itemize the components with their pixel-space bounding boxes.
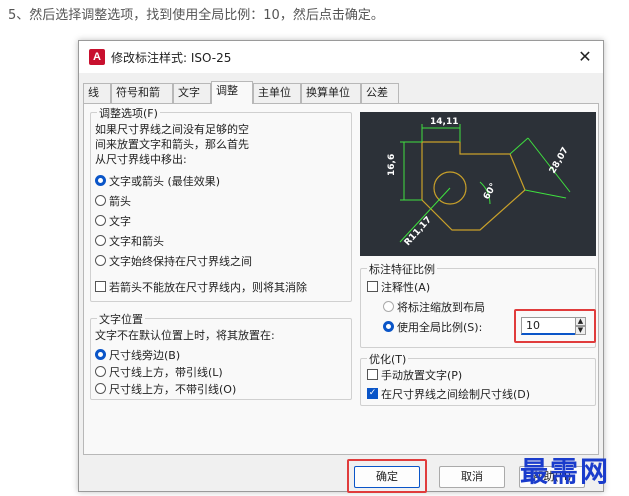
manual-placement-label: 手动放置文字(P) [381,369,463,382]
preview-geometry [421,141,526,231]
tab-text[interactable]: 文字 [173,83,211,103]
radio-label: 尺寸线旁边(B) [109,349,181,362]
autocad-app-icon: A [89,49,105,65]
radio-over-line-without-leader[interactable] [95,383,106,394]
annotative-checkbox[interactable] [367,281,378,292]
fit-description-line: 间来放置文字和箭头，那么首先 [95,138,249,151]
radio-text[interactable] [95,215,106,226]
scale-title: 标注特征比例 [367,261,437,277]
tab-primary-units[interactable]: 主单位 [253,83,301,103]
text-placement-description: 文字不在默认位置上时，将其放置在: [95,329,275,342]
preview-dim-angle: 60° [482,182,499,202]
preview-dim-right: 28,07 [548,146,571,176]
dimension-preview: 14,11 16,6 28,07 60° R11,17 [360,112,596,256]
radio-over-line-with-leader[interactable] [95,366,106,377]
instruction-caption: 5、然后选择调整选项，找到使用全局比例：10，然后点击确定。 [8,8,384,23]
radio-both-text-and-arrows[interactable] [95,235,106,246]
fit-description-line: 从尺寸界线中移出: [95,153,187,166]
cancel-button[interactable]: 取消 [439,466,505,488]
radio-label: 尺寸线上方，带引线(L) [109,366,223,379]
fine-tuning-title: 优化(T) [367,351,409,367]
suppress-arrows-checkbox[interactable] [95,281,106,292]
annotative-label: 注释性(A) [381,281,431,294]
use-overall-scale-label: 使用全局比例(S): [397,321,483,334]
scale-highlight-box [514,309,596,343]
radio-label: 文字和箭头 [109,235,164,248]
ok-button[interactable]: 确定 [354,466,420,488]
text-placement-group: 文字位置 文字不在默认位置上时，将其放置在: 尺寸线旁边(B) 尺寸线上方，带引… [90,311,352,400]
dialog-title: 修改标注样式: ISO-25 [111,51,232,65]
radio-beside-dimension-line[interactable] [95,349,106,360]
tab-fit[interactable]: 调整 [211,81,253,104]
radio-text-or-arrows[interactable] [95,175,106,186]
scale-to-layout-label: 将标注缩放到布局 [397,301,485,314]
preview-dim-top: 14,11 [430,117,458,127]
radio-label: 文字或箭头 (最佳效果) [109,175,221,188]
radio-label: 箭头 [109,195,131,208]
manual-placement-checkbox[interactable] [367,369,378,380]
tab-lines[interactable]: 线 [83,83,111,103]
radio-label: 文字 [109,215,131,228]
fit-options-title: 调整选项(F) [97,105,160,121]
radio-scale-to-layout[interactable] [383,301,394,312]
tab-alternate-units[interactable]: 换算单位 [301,83,361,103]
tab-tolerances[interactable]: 公差 [361,83,399,103]
modify-dimension-style-dialog: A 修改标注样式: ISO-25 ✕ 线 符号和箭头 文字 调整 主单位 换算单… [78,40,604,493]
preview-drawing: 14,11 16,6 28,07 60° R11,17 [387,117,571,248]
preview-dim-radius: R11,17 [403,215,434,248]
fit-tab-panel: 调整选项(F) 如果尺寸界线之间没有足够的空 间来放置文字和箭头，那么首先 从尺… [83,103,599,455]
draw-dimline-label: 在尺寸界线之间绘制尺寸线(D) [381,388,531,401]
text-placement-title: 文字位置 [97,311,145,327]
site-watermark: 最需网 [520,455,611,488]
radio-label: 文字始终保持在尺寸界线之间 [109,255,252,268]
draw-dimline-checkbox[interactable]: ✓ [367,388,378,399]
fine-tuning-group: 优化(T) 手动放置文字(P) ✓ 在尺寸界线之间绘制尺寸线(D) [360,351,596,406]
preview-dim-left: 16,6 [387,154,397,176]
title-bar: A 修改标注样式: ISO-25 ✕ [79,41,603,73]
radio-always-keep-text[interactable] [95,255,106,266]
fit-description-line: 如果尺寸界线之间没有足够的空 [95,123,249,136]
radio-use-overall-scale[interactable] [383,321,394,332]
radio-arrows[interactable] [95,195,106,206]
radio-label: 尺寸线上方，不带引线(O) [109,383,237,396]
fit-options-group: 调整选项(F) 如果尺寸界线之间没有足够的空 间来放置文字和箭头，那么首先 从尺… [90,105,352,302]
tab-symbols-arrows[interactable]: 符号和箭头 [111,83,173,117]
suppress-arrows-label: 若箭头不能放在尺寸界线内，则将其消除 [109,281,307,294]
close-button[interactable]: ✕ [573,45,597,69]
